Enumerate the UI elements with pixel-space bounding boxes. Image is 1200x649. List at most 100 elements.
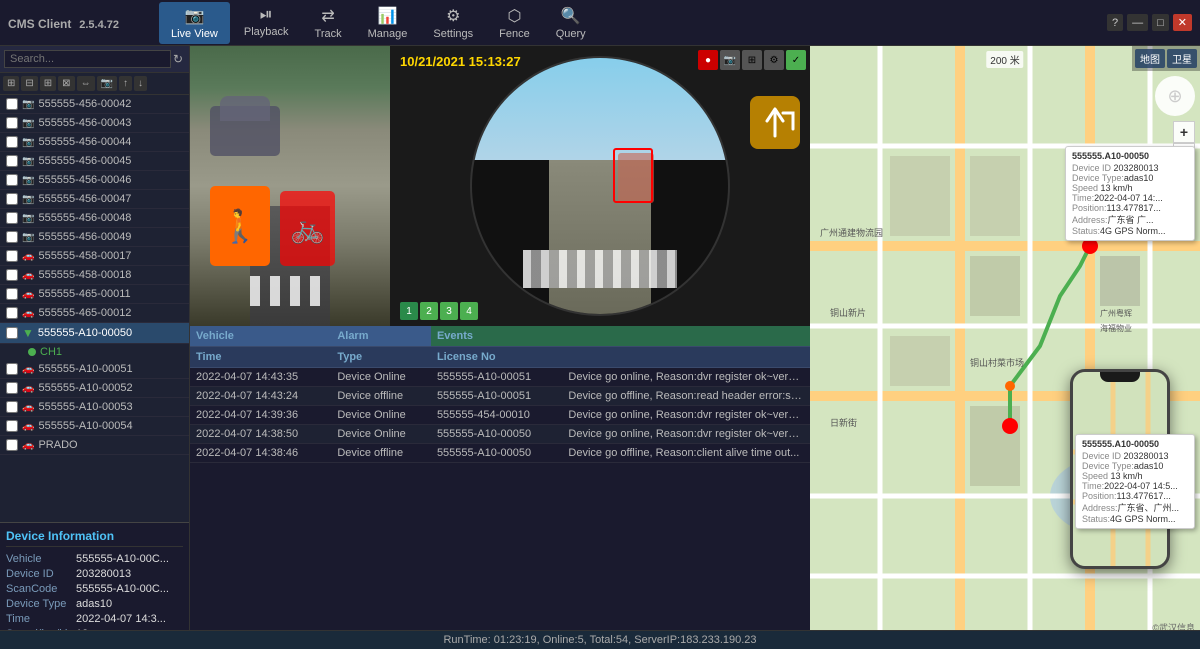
sidebar-device-item[interactable]: 🚗555555-458-00017 <box>0 247 189 266</box>
tooltip1-row-time: Time:2022-04-07 14:... <box>1072 193 1188 203</box>
sidebar-device-item[interactable]: 🚗PRADO <box>0 436 189 455</box>
sidebar-device-item[interactable]: 🚗555555-458-00018 <box>0 266 189 285</box>
nav-manage[interactable]: 📊 Manage <box>356 2 420 44</box>
map-navigation[interactable]: ⊕ <box>1155 76 1195 116</box>
device-name-label: 555555-A10-00052 <box>38 382 132 394</box>
event-type: Device Online <box>331 406 431 425</box>
upload-btn[interactable]: ↑ <box>119 76 132 91</box>
event-table-area: Vehicle Alarm Events Time Type License N… <box>190 326 810 642</box>
device-checkbox[interactable] <box>6 420 18 432</box>
video-page-2[interactable]: 2 <box>420 302 438 320</box>
event-table: Vehicle Alarm Events Time Type License N… <box>190 326 810 463</box>
device-checkbox[interactable] <box>6 327 18 339</box>
grid-9-btn[interactable]: ⊞ <box>40 76 56 91</box>
close-button[interactable]: ✕ <box>1173 14 1192 31</box>
download-btn[interactable]: ↓ <box>134 76 147 91</box>
sidebar-device-item[interactable]: 📷555555-456-00042 <box>0 95 189 114</box>
sidebar-device-item[interactable]: 🚗555555-A10-00054 <box>0 417 189 436</box>
rec-button[interactable]: ● <box>698 50 718 70</box>
video-page-1[interactable]: 1 <box>400 302 418 320</box>
sidebar-device-item[interactable]: 🚗 555555-A10-00052 <box>0 379 189 398</box>
split-btn[interactable]: ⇔ <box>77 76 95 91</box>
license-subheader: License No <box>431 347 562 368</box>
refresh-button[interactable]: ↻ <box>171 50 185 68</box>
device-checkbox[interactable] <box>6 288 18 300</box>
video-page-3[interactable]: 3 <box>440 302 458 320</box>
nav-fence[interactable]: ⬡ Fence <box>487 2 542 44</box>
nav-settings[interactable]: ⚙ Settings <box>421 2 485 44</box>
device-name-label: 555555-456-00048 <box>38 212 131 224</box>
device-checkbox[interactable] <box>6 231 18 243</box>
device-checkbox[interactable] <box>6 117 18 129</box>
sidebar-device-item[interactable]: 🚗555555-465-00011 <box>0 285 189 304</box>
camera-btn[interactable]: 📷 <box>97 76 117 91</box>
fullscreen-button[interactable]: ⊞ <box>742 50 762 70</box>
sidebar-device-item[interactable]: 📷555555-456-00049 <box>0 228 189 247</box>
grid-all-btn[interactable]: ⊞ <box>3 76 19 91</box>
satellite-view-btn[interactable]: 卫星 <box>1167 49 1197 68</box>
device-checkbox[interactable] <box>6 307 18 319</box>
sidebar-device-item[interactable]: 📷555555-456-00048 <box>0 209 189 228</box>
tooltip2-row-time: Time:2022-04-07 14:5... <box>1082 481 1188 491</box>
device-checkbox[interactable] <box>6 155 18 167</box>
device-checkbox[interactable] <box>6 174 18 186</box>
close-video-button[interactable]: ✓ <box>786 50 806 70</box>
device-checkbox[interactable] <box>6 382 18 394</box>
screenshot-button[interactable]: 📷 <box>720 50 740 70</box>
nav-query[interactable]: 🔍 Query <box>544 2 598 44</box>
table-row[interactable]: 2022-04-07 14:43:35Device Online555555-A… <box>190 368 810 387</box>
video-page-4[interactable]: 4 <box>460 302 478 320</box>
device-checkbox[interactable] <box>6 269 18 281</box>
sidebar-device-item[interactable]: ▼555555-A10-00050 <box>0 323 189 344</box>
map-zoom-in-button[interactable]: + <box>1173 121 1195 143</box>
device-checkbox[interactable] <box>6 98 18 110</box>
table-row[interactable]: 2022-04-07 14:38:50Device Online555555-A… <box>190 425 810 444</box>
nav-playback[interactable]: ⏯ Playback <box>232 2 301 44</box>
device-checkbox[interactable] <box>6 363 18 375</box>
table-row[interactable]: 2022-04-07 14:43:24Device offline555555-… <box>190 387 810 406</box>
minimize-button[interactable]: — <box>1127 14 1148 31</box>
video-area: 10/21/2021 15:13:27 🚶 <box>190 46 810 326</box>
device-info-rows: Vehicle555555-A10-00C...Device ID2032800… <box>6 553 183 640</box>
app-title: CMS Client 2.5.4.72 <box>8 15 119 31</box>
sidebar-device-item[interactable]: 📷555555-456-00047 <box>0 190 189 209</box>
phone-notch <box>1100 372 1140 382</box>
event-license: 555555-A10-00050 <box>431 444 562 463</box>
sidebar-device-item[interactable]: 📷555555-456-00045 <box>0 152 189 171</box>
settings-ov-button[interactable]: ⚙ <box>764 50 784 70</box>
device-checkbox[interactable] <box>6 193 18 205</box>
sidebar-device-item[interactable]: 📷555555-456-00044 <box>0 133 189 152</box>
sidebar-device-item[interactable]: 🚗555555-465-00012 <box>0 304 189 323</box>
left-camera-view: 🚶 🚲 <box>190 46 390 326</box>
nav-track[interactable]: ⇄ Track <box>303 2 354 44</box>
device-icon: 🚗 <box>22 308 34 319</box>
sidebar-device-item[interactable]: 🚗555555-A10-00051 <box>0 360 189 379</box>
device-name-label: 555555-A10-00053 <box>38 401 132 413</box>
device-checkbox[interactable] <box>6 439 18 451</box>
device-checkbox[interactable] <box>6 250 18 262</box>
device-icon: 🚗 <box>22 383 34 394</box>
sidebar-device-item[interactable]: 📷555555-456-00046 <box>0 171 189 190</box>
nav-manage-label: Manage <box>368 28 408 40</box>
sidebar-device-item[interactable]: 📷555555-456-00043 <box>0 114 189 133</box>
grid-4-btn[interactable]: ⊟ <box>21 76 37 91</box>
device-checkbox[interactable] <box>6 136 18 148</box>
layout-btn[interactable]: ⊠ <box>58 76 74 91</box>
tooltip2-row-addr: Address:广东省、广州... <box>1082 501 1188 514</box>
table-row[interactable]: 2022-04-07 14:38:46Device offline555555-… <box>190 444 810 463</box>
desc-subheader <box>562 347 810 368</box>
table-row[interactable]: 2022-04-07 14:39:36Device Online555555-4… <box>190 406 810 425</box>
search-input[interactable] <box>4 50 171 68</box>
sidebar-device-item[interactable]: 🚗555555-A10-00053 <box>0 398 189 417</box>
help-button[interactable]: ? <box>1107 14 1123 31</box>
video-overlay-buttons: ● 📷 ⊞ ⚙ ✓ <box>698 50 806 70</box>
channel-item[interactable]: CH1 <box>0 344 189 360</box>
device-name-label: 555555-458-00018 <box>38 269 131 281</box>
device-checkbox[interactable] <box>6 212 18 224</box>
device-checkbox[interactable] <box>6 401 18 413</box>
sidebar-toolbar: ⊞ ⊟ ⊞ ⊠ ⇔ 📷 ↑ ↓ <box>0 73 189 95</box>
map-view-btn[interactable]: 地图 <box>1135 49 1165 68</box>
tooltip2-row-speed: Speed 13 km/h <box>1082 471 1188 481</box>
maximize-button[interactable]: □ <box>1152 14 1169 31</box>
nav-live-view[interactable]: 📷 Live View <box>159 2 230 44</box>
